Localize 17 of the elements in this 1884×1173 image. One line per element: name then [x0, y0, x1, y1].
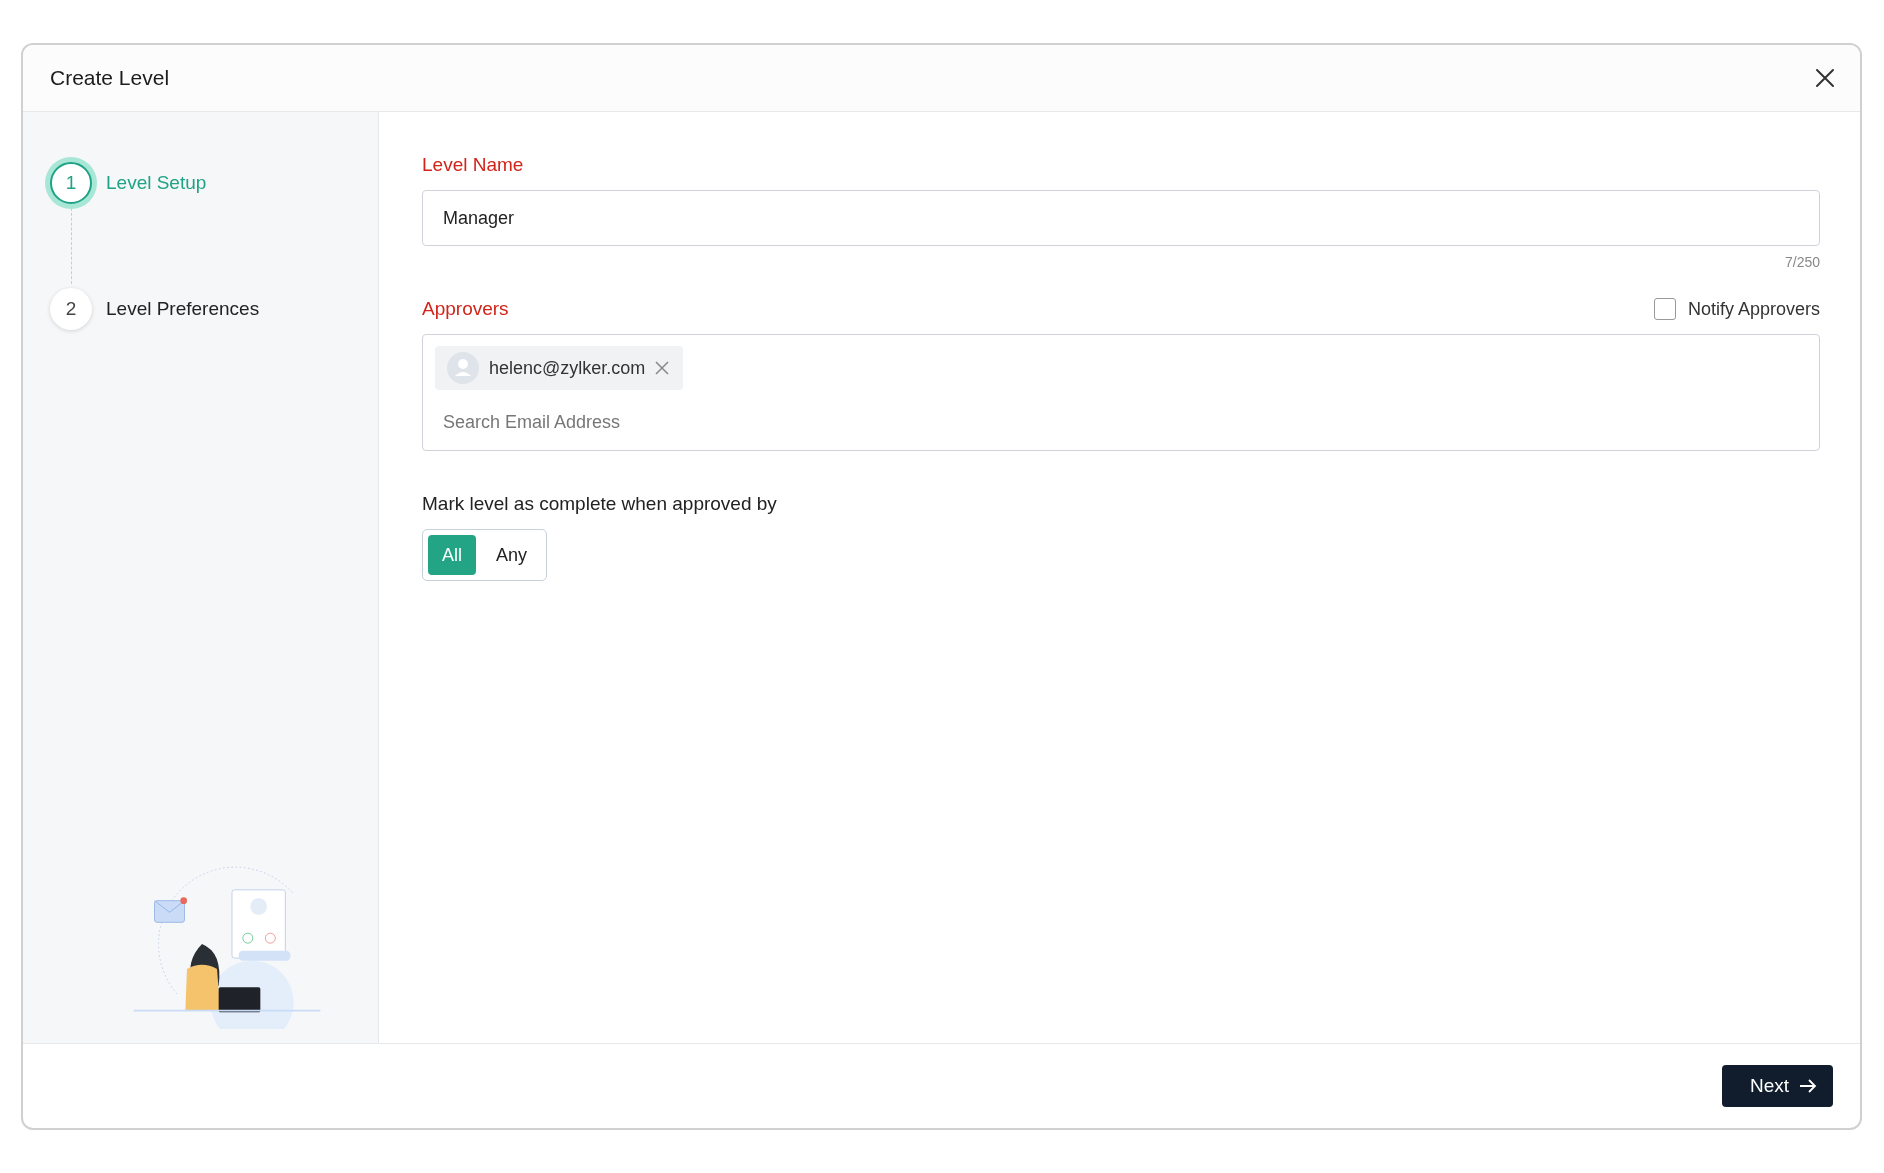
level-name-field[interactable]: Manager — [422, 190, 1820, 246]
close-icon[interactable] — [1814, 67, 1836, 89]
avatar-icon — [447, 352, 479, 384]
step-item[interactable]: 2 Level Preferences — [50, 288, 378, 330]
step-number: 2 — [50, 288, 92, 330]
next-button[interactable]: Next — [1721, 1065, 1833, 1107]
remove-icon[interactable] — [655, 361, 670, 375]
dialog-title: Create Level — [50, 66, 170, 90]
character-counter: 7/250 — [1784, 254, 1820, 270]
approver-email: helenc@zylker.com — [489, 357, 646, 379]
field-label: Approvers — [422, 298, 509, 320]
approvers-field[interactable]: helenc@zylker.com Search Email Address — [422, 334, 1820, 451]
notify-approvers-checkbox[interactable]: Notify Approvers — [1653, 298, 1820, 320]
field-label: Level Name — [422, 154, 525, 176]
completion-label: Mark level as complete when approved by — [422, 493, 778, 515]
option-button[interactable]: Any — [482, 535, 542, 575]
arrow-icon — [1799, 1079, 1817, 1093]
